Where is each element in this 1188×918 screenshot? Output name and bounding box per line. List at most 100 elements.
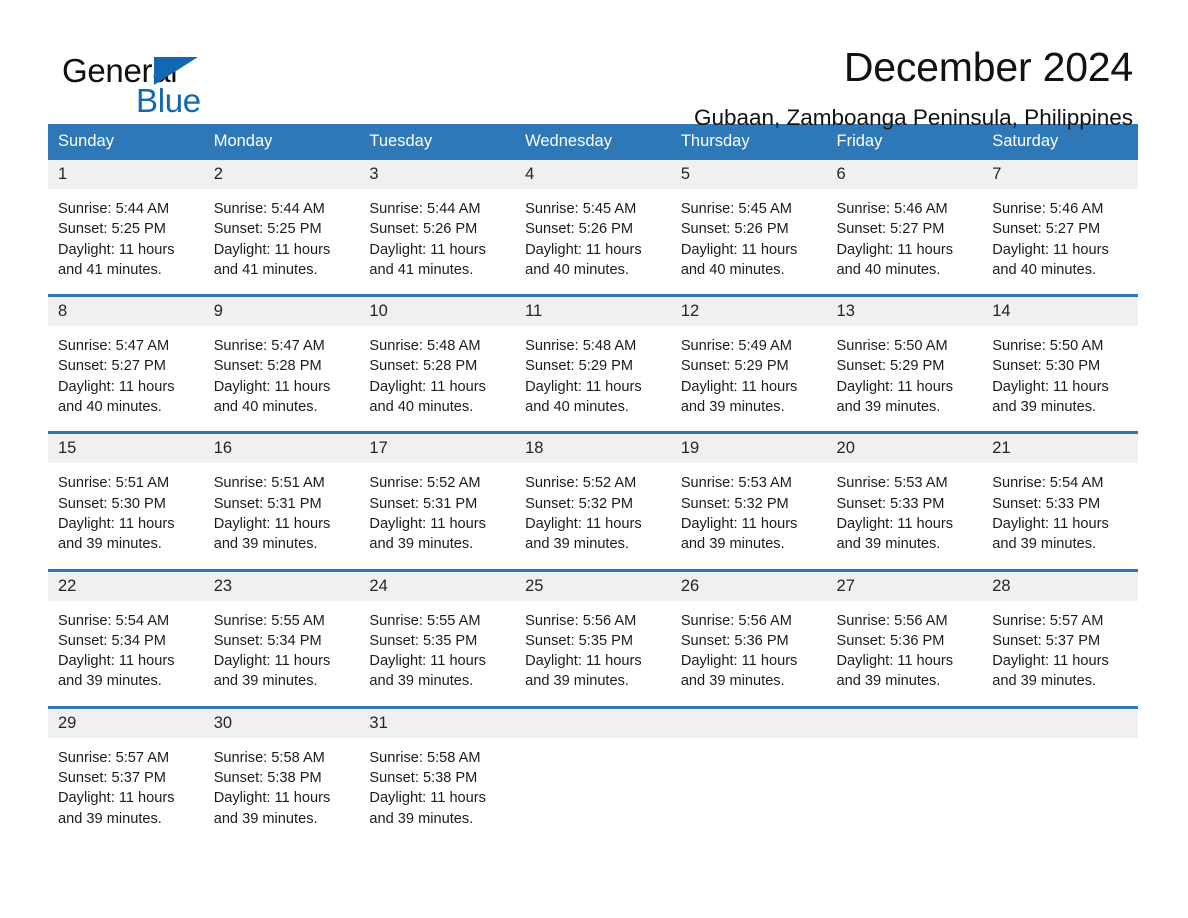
sunset-time: Sunset: 5:27 PM bbox=[58, 358, 166, 375]
daylight-duration-line-2: and 39 minutes. bbox=[525, 673, 629, 690]
day-number: 7 bbox=[982, 160, 1138, 189]
daylight-duration-line-2: and 39 minutes. bbox=[369, 536, 474, 553]
day-number: 3 bbox=[359, 160, 516, 189]
day-number: 16 bbox=[203, 434, 360, 464]
daylight-duration-line-2: and 40 minutes. bbox=[369, 399, 474, 416]
sunset-time: Sunset: 5:36 PM bbox=[836, 632, 945, 649]
calendar-day-cell[interactable]: 28 Sunrise: 5:57 AM Sunset: 5:37 PM Dayligh… bbox=[982, 568, 1138, 708]
sunset-time: Sunset: 5:26 PM bbox=[680, 221, 789, 238]
daylight-duration-line-2: and 39 minutes. bbox=[213, 673, 318, 690]
daylight-duration-line-1: Daylight: 11 hours bbox=[213, 515, 331, 532]
day-number bbox=[982, 708, 1138, 738]
calendar-day-cell[interactable]: 13 Sunrise: 5:50 AM Sunset: 5:29 PM Dayligh… bbox=[826, 294, 983, 433]
sunset-time: Sunset: 5:25 PM bbox=[213, 221, 322, 238]
calendar-day-cell[interactable]: 12 Sunrise: 5:49 AM Sunset: 5:29 PM Dayligh… bbox=[670, 294, 827, 433]
calendar-cell-empty bbox=[826, 705, 983, 843]
calendar-day-cell[interactable]: 27 Sunrise: 5:56 AM Sunset: 5:36 PM Dayligh… bbox=[826, 568, 983, 708]
sunset-time: Sunset: 5:32 PM bbox=[525, 495, 634, 512]
day-number: 27 bbox=[826, 571, 983, 601]
daylight-duration-line-1: Daylight: 11 hours bbox=[992, 515, 1109, 532]
daylight-duration-line-1: Daylight: 11 hours bbox=[680, 515, 798, 532]
sunrise-time: Sunrise: 5:57 AM bbox=[992, 612, 1104, 629]
sunrise-time: Sunrise: 5:53 AM bbox=[836, 475, 948, 492]
calendar-week-row: 8 Sunrise: 5:47 AM Sunset: 5:27 PM Daylight… bbox=[48, 294, 1138, 433]
sunset-time: Sunset: 5:37 PM bbox=[992, 632, 1101, 649]
daylight-duration-line-2: and 39 minutes. bbox=[680, 399, 785, 416]
calendar-day-cell[interactable]: 29 Sunrise: 5:57 AM Sunset: 5:37 PM Dayligh… bbox=[48, 705, 204, 843]
calendar-day-cell[interactable]: 31 Sunrise: 5:58 AM Sunset: 5:38 PM Dayligh… bbox=[359, 705, 516, 843]
calendar-day-cell[interactable]: 25 Sunrise: 5:56 AM Sunset: 5:35 PM Dayligh… bbox=[515, 568, 671, 708]
calendar-day-cell[interactable]: 23 Sunrise: 5:55 AM Sunset: 5:34 PM Dayligh… bbox=[203, 568, 360, 708]
daylight-duration-line-2: and 41 minutes. bbox=[213, 261, 318, 278]
calendar-day-cell[interactable]: 19 Sunrise: 5:53 AM Sunset: 5:32 PM Dayligh… bbox=[670, 431, 827, 571]
sunrise-time: Sunrise: 5:46 AM bbox=[836, 201, 948, 217]
daylight-duration-line-2: and 40 minutes. bbox=[58, 399, 162, 416]
day-details: Sunrise: 5:47 AM Sunset: 5:27 PM Daylight:… bbox=[48, 326, 204, 431]
calendar-week-row: 22 Sunrise: 5:54 AM Sunset: 5:34 PM Dayligh… bbox=[48, 568, 1138, 708]
calendar-day-cell[interactable]: 16 Sunrise: 5:51 AM Sunset: 5:31 PM Dayligh… bbox=[203, 431, 360, 571]
day-number: 14 bbox=[982, 297, 1138, 327]
calendar-day-cell[interactable]: 4 Sunrise: 5:45 AM Sunset: 5:26 PM Daylight… bbox=[515, 160, 671, 296]
calendar-day-cell[interactable]: 14 Sunrise: 5:50 AM Sunset: 5:30 PM Dayligh… bbox=[982, 294, 1138, 433]
sunrise-time: Sunrise: 5:56 AM bbox=[525, 612, 637, 629]
daylight-duration-line-2: and 39 minutes. bbox=[992, 399, 1097, 416]
daylight-duration-line-1: Daylight: 11 hours bbox=[525, 241, 642, 258]
calendar-page: General Blue December 2024 Gubaan, Zambo… bbox=[0, 0, 1188, 918]
sunset-time: Sunset: 5:30 PM bbox=[992, 358, 1101, 375]
day-details: Sunrise: 5:56 AM Sunset: 5:36 PM Daylight:… bbox=[827, 601, 983, 706]
sunrise-time: Sunrise: 5:44 AM bbox=[58, 201, 170, 217]
day-details: Sunrise: 5:44 AM Sunset: 5:26 PM Daylight:… bbox=[359, 189, 515, 294]
daylight-duration-line-1: Daylight: 11 hours bbox=[369, 515, 486, 532]
calendar-cell-empty bbox=[515, 705, 671, 843]
calendar-week-row: 29 Sunrise: 5:57 AM Sunset: 5:37 PM Dayligh… bbox=[48, 705, 1138, 843]
sunrise-time: Sunrise: 5:48 AM bbox=[369, 338, 481, 355]
sunset-time: Sunset: 5:31 PM bbox=[369, 495, 478, 512]
day-number: 11 bbox=[515, 297, 671, 327]
logo-text-blue: Blue bbox=[136, 82, 201, 119]
calendar-day-cell[interactable]: 22 Sunrise: 5:54 AM Sunset: 5:34 PM Dayligh… bbox=[48, 568, 204, 708]
calendar-day-cell[interactable]: 7 Sunrise: 5:46 AM Sunset: 5:27 PM Daylight… bbox=[982, 160, 1138, 296]
daylight-duration-line-2: and 40 minutes. bbox=[525, 261, 629, 278]
day-number: 5 bbox=[670, 160, 827, 189]
calendar-day-cell[interactable]: 6 Sunrise: 5:46 AM Sunset: 5:27 PM Daylight… bbox=[826, 160, 983, 296]
calendar-day-cell[interactable]: 21 Sunrise: 5:54 AM Sunset: 5:33 PM Dayligh… bbox=[982, 431, 1138, 571]
calendar-day-cell[interactable]: 3 Sunrise: 5:44 AM Sunset: 5:26 PM Daylight… bbox=[359, 160, 516, 296]
day-details: Sunrise: 5:57 AM Sunset: 5:37 PM Daylight:… bbox=[982, 601, 1138, 706]
calendar-day-cell[interactable]: 30 Sunrise: 5:58 AM Sunset: 5:38 PM Dayligh… bbox=[203, 705, 360, 843]
calendar-day-cell[interactable]: 2 Sunrise: 5:44 AM Sunset: 5:25 PM Daylight… bbox=[203, 160, 360, 296]
calendar-day-cell[interactable]: 8 Sunrise: 5:47 AM Sunset: 5:27 PM Daylight… bbox=[48, 294, 204, 433]
calendar-cell-empty bbox=[982, 705, 1138, 843]
day-number: 20 bbox=[826, 434, 983, 464]
daylight-duration-line-1: Daylight: 11 hours bbox=[992, 653, 1109, 670]
daylight-duration-line-1: Daylight: 11 hours bbox=[680, 653, 798, 670]
sunset-time: Sunset: 5:33 PM bbox=[992, 495, 1101, 512]
calendar-day-cell[interactable]: 18 Sunrise: 5:52 AM Sunset: 5:32 PM Dayligh… bbox=[515, 431, 671, 571]
calendar-day-cell[interactable]: 26 Sunrise: 5:56 AM Sunset: 5:36 PM Dayligh… bbox=[670, 568, 827, 708]
calendar-cell-empty bbox=[670, 705, 827, 843]
calendar-day-cell[interactable]: 17 Sunrise: 5:52 AM Sunset: 5:31 PM Dayligh… bbox=[359, 431, 516, 571]
daylight-duration-line-1: Daylight: 11 hours bbox=[58, 790, 175, 807]
day-number: 15 bbox=[48, 434, 204, 464]
calendar-day-cell[interactable]: 15 Sunrise: 5:51 AM Sunset: 5:30 PM Dayligh… bbox=[48, 431, 204, 571]
day-details: Sunrise: 5:46 AM Sunset: 5:27 PM Daylight:… bbox=[982, 189, 1138, 294]
calendar-day-cell[interactable]: 5 Sunrise: 5:45 AM Sunset: 5:26 PM Daylight… bbox=[670, 160, 827, 296]
day-details: Sunrise: 5:52 AM Sunset: 5:31 PM Daylight:… bbox=[359, 463, 515, 568]
calendar-day-cell[interactable]: 24 Sunrise: 5:55 AM Sunset: 5:35 PM Dayligh… bbox=[359, 568, 516, 708]
sunset-time: Sunset: 5:34 PM bbox=[58, 632, 166, 649]
calendar-day-cell[interactable]: 9 Sunrise: 5:47 AM Sunset: 5:28 PM Daylight… bbox=[203, 294, 360, 433]
page-header: General Blue December 2024 Gubaan, Zambo… bbox=[0, 0, 1188, 130]
daylight-duration-line-2: and 39 minutes. bbox=[58, 810, 162, 827]
sunset-time: Sunset: 5:27 PM bbox=[836, 221, 945, 238]
day-number: 24 bbox=[359, 571, 516, 601]
sunset-time: Sunset: 5:33 PM bbox=[836, 495, 945, 512]
calendar-day-cell[interactable]: 11 Sunrise: 5:48 AM Sunset: 5:29 PM Dayligh… bbox=[515, 294, 671, 433]
daylight-duration-line-2: and 40 minutes. bbox=[992, 261, 1097, 278]
calendar-day-cell[interactable]: 1 Sunrise: 5:44 AM Sunset: 5:25 PM Daylight… bbox=[48, 160, 204, 296]
day-details: Sunrise: 5:53 AM Sunset: 5:32 PM Daylight:… bbox=[671, 463, 827, 568]
day-number: 12 bbox=[670, 297, 827, 327]
calendar-day-cell[interactable]: 10 Sunrise: 5:48 AM Sunset: 5:28 PM Dayligh… bbox=[359, 294, 516, 433]
daylight-duration-line-1: Daylight: 11 hours bbox=[836, 515, 954, 532]
daylight-duration-line-2: and 39 minutes. bbox=[58, 673, 162, 690]
daylight-duration-line-2: and 39 minutes. bbox=[58, 536, 162, 553]
calendar-day-cell[interactable]: 20 Sunrise: 5:53 AM Sunset: 5:33 PM Dayligh… bbox=[826, 431, 983, 571]
